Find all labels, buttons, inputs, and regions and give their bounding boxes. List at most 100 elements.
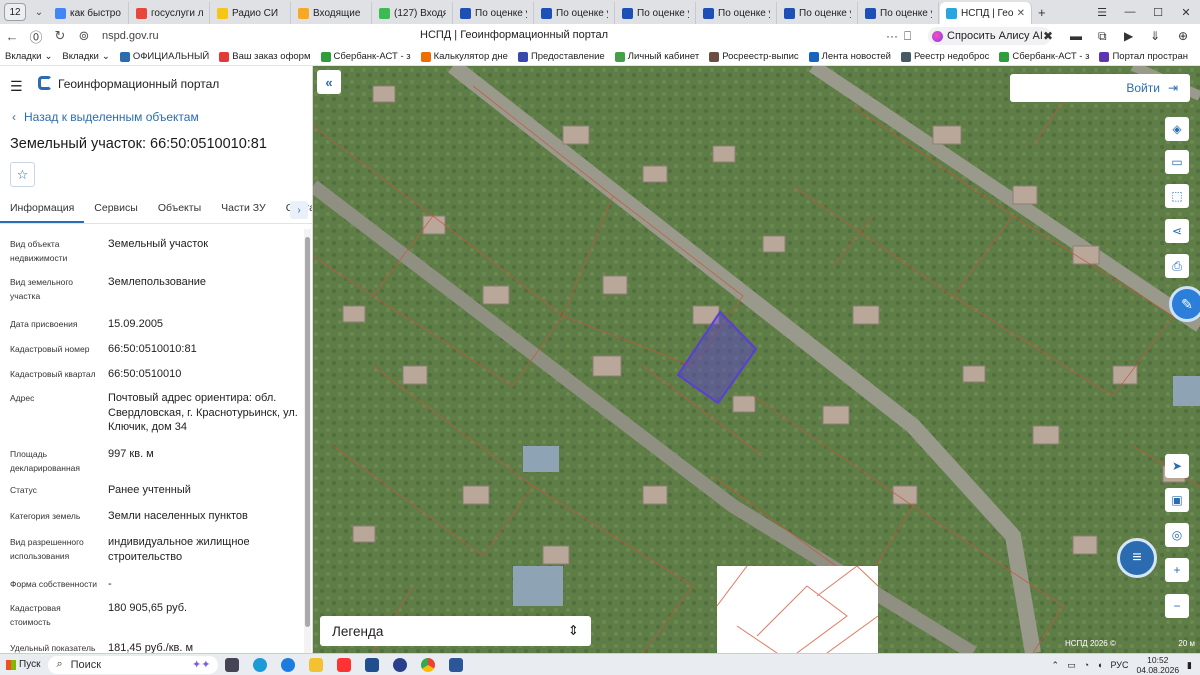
- new-tab-plus-icon[interactable]: +: [1038, 5, 1046, 20]
- browser-tab[interactable]: госуслуги ли: [130, 2, 210, 24]
- navigate-arrow-icon[interactable]: ➤: [1165, 454, 1189, 478]
- panel-scrollbar[interactable]: [304, 229, 311, 653]
- bookmark-item[interactable]: Портал простран: [1094, 51, 1193, 62]
- map-view[interactable]: « Войти ⇥ ◈ ▭ ⬚ ⋖ ⎙ ✎ ➤ ▣ ◎ + − ≡ Легенд…: [313, 66, 1200, 653]
- info-tab[interactable]: Сервисы: [84, 202, 148, 223]
- bookmark-item[interactable]: Предоставление: [513, 51, 610, 62]
- browser-tab-label: По оценке ур: [637, 7, 689, 19]
- bookmark-page-icon[interactable]: ⎕: [904, 29, 911, 44]
- info-tab[interactable]: Информация: [0, 202, 85, 223]
- download-arrow-icon[interactable]: ⇓: [1150, 29, 1160, 43]
- downloads-icon[interactable]: ▬: [1070, 29, 1082, 43]
- url-field[interactable]: nspd.gov.ru: [102, 30, 159, 42]
- search-icon: ⌕: [56, 658, 63, 670]
- bookmark-item[interactable]: Калькулятор дне: [416, 51, 513, 62]
- bookmark-item[interactable]: Личный кабинет: [610, 51, 704, 62]
- browser-tab[interactable]: (127) Входящ: [373, 2, 453, 24]
- yandex-browser-icon[interactable]: [330, 654, 358, 675]
- bookmark-item[interactable]: Реестр недоброс: [896, 51, 994, 62]
- reload-icon[interactable]: ↻: [48, 28, 72, 44]
- browser-tab[interactable]: По оценке ур: [859, 2, 939, 24]
- bookmark-label: Сбербанк-АСТ - з: [333, 51, 411, 62]
- language-indicator[interactable]: РУС: [1110, 660, 1128, 670]
- bookmark-item[interactable]: Лента новостей: [804, 51, 896, 62]
- back-to-selected-link[interactable]: ‹ Назад к выделенным объектам: [12, 110, 199, 124]
- chrome-icon[interactable]: [414, 654, 442, 675]
- bookmark-item[interactable]: ОФИЦИАЛЬНЫЙ: [115, 51, 214, 62]
- browser-tab[interactable]: По оценке ур: [454, 2, 534, 24]
- select-area-icon[interactable]: ⬚: [1165, 184, 1189, 208]
- back-arrow-icon[interactable]: ←: [0, 29, 24, 44]
- bookmark-item[interactable]: Сбербанк-АСТ - з: [316, 51, 416, 62]
- bookmark-label: Портал простран: [1112, 51, 1188, 62]
- chat-icon[interactable]: ≡: [1117, 538, 1157, 578]
- browser-tab[interactable]: НСПД | Гео ✕: [940, 2, 1032, 24]
- print-icon[interactable]: ⎙: [1165, 254, 1189, 278]
- maximize-icon[interactable]: ☐: [1144, 0, 1172, 24]
- collapse-panel-button[interactable]: «: [317, 70, 341, 94]
- browser-tab[interactable]: По оценке ур: [697, 2, 777, 24]
- login-button[interactable]: Войти ⇥: [1010, 74, 1190, 102]
- bookmark-item[interactable]: Сбербанк-АСТ - з: [994, 51, 1094, 62]
- bookmark-item[interactable]: Вкладки ⌄: [57, 51, 114, 62]
- browser-tab[interactable]: По оценке ур: [616, 2, 696, 24]
- yandex-icon[interactable]: ⓪: [24, 27, 48, 46]
- ask-alisa-button[interactable]: Спросить Алису AI: [928, 27, 1051, 45]
- media-icon[interactable]: ▶: [1124, 29, 1133, 43]
- minimize-icon[interactable]: —: [1116, 0, 1144, 24]
- volume-icon[interactable]: ◖: [1097, 660, 1102, 670]
- close-tab-icon[interactable]: ✕: [1017, 8, 1025, 19]
- bookmark-item[interactable]: Росреестр-выпис: [704, 51, 803, 62]
- info-tab[interactable]: Объекты: [148, 202, 211, 223]
- extensions-puzzle-icon[interactable]: ⧉: [1098, 29, 1107, 44]
- browser-app-icon[interactable]: [274, 654, 302, 675]
- c-app-icon[interactable]: [386, 654, 414, 675]
- tabs-next-chevron-icon[interactable]: ›: [290, 201, 308, 219]
- overview-minimap[interactable]: [716, 565, 879, 653]
- tray-chevron-up-icon[interactable]: ⌃: [1052, 660, 1060, 671]
- clock[interactable]: 10:52 04.08.2026: [1137, 655, 1180, 675]
- tab-count-button[interactable]: 12: [4, 3, 26, 21]
- more-icon[interactable]: ···: [886, 29, 898, 43]
- scrollbar-thumb[interactable]: [305, 237, 310, 627]
- browser-tab[interactable]: Радио СИ: [211, 2, 291, 24]
- wifi-icon[interactable]: ◔: [1084, 660, 1089, 670]
- basemap-icon[interactable]: ▣: [1165, 488, 1189, 512]
- assistant-bubble-icon[interactable]: ✎: [1169, 286, 1200, 322]
- updown-chevron-icon: ⇕: [567, 623, 579, 638]
- favorite-star-button[interactable]: ☆: [10, 162, 35, 187]
- location-icon[interactable]: ◎: [1165, 523, 1189, 547]
- edge-icon[interactable]: [246, 654, 274, 675]
- info-tab[interactable]: Части ЗУ: [211, 202, 276, 223]
- taskbar-search[interactable]: ⌕ Поиск ✦✦: [48, 655, 219, 674]
- network-icon[interactable]: ▭: [1067, 660, 1076, 671]
- hamburger-menu-icon[interactable]: ☰: [10, 78, 23, 95]
- site-info-icon[interactable]: ⊚: [72, 28, 96, 44]
- bookmarks-icon[interactable]: ☰: [1088, 0, 1116, 24]
- notifications-icon[interactable]: ▮: [1187, 660, 1192, 671]
- account-icon[interactable]: ⊕: [1178, 29, 1188, 43]
- login-arrow-icon: ⇥: [1167, 81, 1178, 95]
- start-button[interactable]: Пуск: [0, 659, 46, 670]
- monitor-app-icon[interactable]: [358, 654, 386, 675]
- browser-tab[interactable]: По оценке ур: [535, 2, 615, 24]
- zoom-out-icon[interactable]: −: [1165, 594, 1189, 618]
- ruler-icon[interactable]: ▭: [1165, 150, 1189, 174]
- bookmark-item[interactable]: Ваш заказ оформ: [214, 51, 315, 62]
- layers-icon[interactable]: ◈: [1165, 117, 1189, 141]
- explorer-icon[interactable]: [302, 654, 330, 675]
- tab-favicon-icon: [217, 7, 228, 19]
- share-icon[interactable]: ⋖: [1165, 219, 1189, 243]
- system-tray: ⌃ ▭ ◔ ◖ РУС 10:52 04.08.2026 ▮: [1052, 654, 1192, 675]
- task-view-icon[interactable]: [218, 654, 246, 675]
- browser-tab[interactable]: Входящие: [292, 2, 372, 24]
- extension-icon[interactable]: ✖: [1043, 29, 1053, 43]
- word-icon[interactable]: [442, 654, 470, 675]
- browser-tab[interactable]: как быстро д: [49, 2, 129, 24]
- close-window-icon[interactable]: ✕: [1172, 0, 1200, 24]
- bookmark-item[interactable]: Вкладки ⌄: [0, 51, 57, 62]
- legend-selector[interactable]: Легенда ⇕: [320, 616, 591, 646]
- zoom-in-icon[interactable]: +: [1165, 558, 1189, 582]
- tab-list-chevron-icon[interactable]: ⌄: [30, 7, 48, 18]
- browser-tab[interactable]: По оценке ур: [778, 2, 858, 24]
